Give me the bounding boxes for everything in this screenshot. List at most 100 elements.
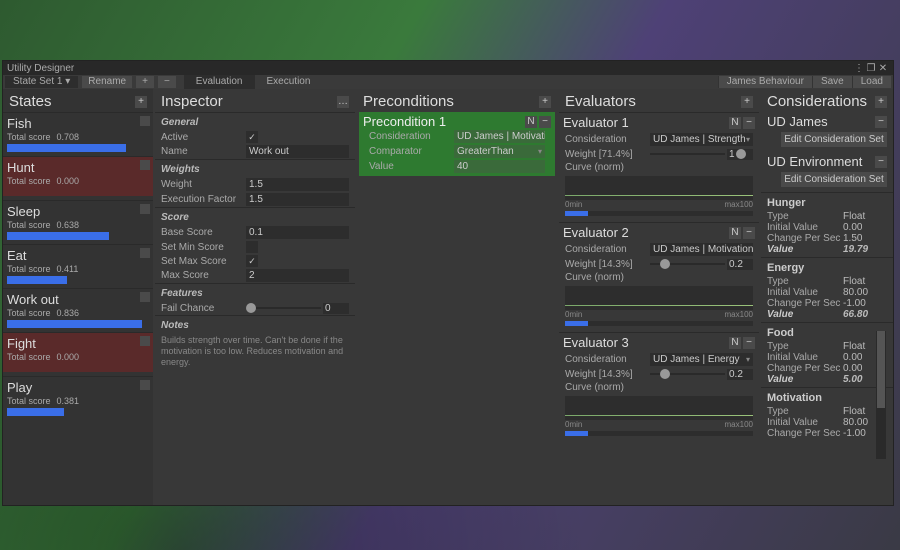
consideration-group-name: UD Environment	[767, 154, 862, 169]
prop-value: 80.00	[843, 287, 887, 298]
state-score-label: Total score	[7, 132, 51, 142]
eval-curve-preview[interactable]	[565, 286, 753, 310]
eval-curve-preview[interactable]	[565, 396, 753, 420]
state-score-bar	[7, 320, 142, 328]
evaluator-n-toggle[interactable]: N	[729, 227, 741, 239]
consideration-property-name: Motivation	[767, 390, 887, 406]
evaluator-n-toggle[interactable]: N	[729, 337, 741, 349]
state-options-button[interactable]	[140, 248, 150, 258]
eval-curve-preview[interactable]	[565, 176, 753, 200]
prop-label: Initial Value	[767, 287, 843, 298]
context-dropdown[interactable]: James Behaviour	[718, 76, 812, 88]
pre-comparator-dropdown[interactable]: GreaterThan	[454, 145, 545, 158]
precondition-n-toggle[interactable]: N	[525, 116, 537, 128]
state-options-button[interactable]	[140, 160, 150, 170]
window-kebab-icon[interactable]: ⋮	[853, 63, 865, 74]
state-score-value: 0.836	[57, 308, 80, 318]
active-checkbox[interactable]: ✓	[246, 131, 258, 143]
prop-value: 66.80	[843, 309, 887, 320]
exec-factor-label: Execution Factor	[161, 194, 246, 205]
remove-state-set-button[interactable]: −	[158, 76, 176, 88]
state-item-work-out[interactable]: Work outTotal score0.836	[3, 288, 153, 328]
state-item-fight[interactable]: FightTotal score0.000	[3, 332, 153, 372]
considerations-scrollbar[interactable]	[877, 331, 885, 408]
add-consideration-set-button[interactable]: +	[875, 96, 887, 108]
eval-consideration-label: Consideration	[565, 354, 650, 365]
fail-chance-value[interactable]: 0	[323, 303, 349, 314]
state-item-sleep[interactable]: SleepTotal score0.638	[3, 200, 153, 240]
remove-evaluator-button[interactable]: −	[743, 227, 755, 239]
eval-norm-bar	[565, 321, 753, 326]
add-state-set-button[interactable]: +	[136, 76, 154, 88]
consideration-property: MotivationTypeFloatInitial Value80.00Cha…	[761, 387, 893, 441]
remove-consideration-group-button[interactable]: −	[875, 156, 887, 168]
state-score-value: 0.411	[57, 264, 79, 274]
eval-weight-value[interactable]: 0.2	[727, 369, 753, 380]
prop-label: Initial Value	[767, 417, 843, 428]
save-button[interactable]: Save	[812, 76, 852, 88]
window-close-icon[interactable]: ✕	[877, 63, 889, 74]
main-tabs: Evaluation Execution	[184, 75, 323, 89]
states-panel: States + FishTotal score0.708HuntTotal s…	[3, 89, 153, 505]
tab-evaluation[interactable]: Evaluation	[184, 75, 255, 89]
evaluator-n-toggle[interactable]: N	[729, 117, 741, 129]
add-precondition-button[interactable]: +	[539, 96, 551, 108]
eval-weight-label: Weight [71.4%]	[565, 149, 650, 160]
add-evaluator-button[interactable]: +	[741, 96, 753, 108]
state-name: Fight	[7, 336, 149, 352]
pre-value-field[interactable]: 40	[454, 160, 545, 173]
base-score-field[interactable]: 0.1	[246, 226, 349, 239]
rename-button[interactable]: Rename	[82, 76, 132, 88]
precondition-item[interactable]: Precondition 1 N − Consideration UD Jame…	[359, 112, 555, 176]
load-button[interactable]: Load	[852, 76, 891, 88]
state-item-play[interactable]: PlayTotal score0.381	[3, 376, 153, 416]
edit-consideration-set-button[interactable]: Edit Consideration Set	[781, 172, 887, 187]
name-field[interactable]: Work out	[246, 145, 349, 158]
state-item-hunt[interactable]: HuntTotal score0.000	[3, 156, 153, 196]
curve-min-label: min	[569, 200, 582, 209]
inspector-more-button[interactable]: …	[337, 96, 349, 108]
eval-weight-value[interactable]: 0.2	[727, 259, 753, 270]
state-options-button[interactable]	[140, 204, 150, 214]
state-item-eat[interactable]: EatTotal score0.411	[3, 244, 153, 284]
eval-consideration-dropdown[interactable]: UD James | Energy	[650, 353, 753, 366]
pre-consideration-dropdown[interactable]: UD James | Motivation	[454, 130, 545, 143]
states-title: States	[9, 93, 52, 110]
state-options-button[interactable]	[140, 116, 150, 126]
state-options-button[interactable]	[140, 380, 150, 390]
state-score-value: 0.381	[57, 396, 80, 406]
remove-evaluator-button[interactable]: −	[743, 117, 755, 129]
add-state-button[interactable]: +	[135, 96, 147, 108]
notes-text[interactable]: Builds strength over time. Can't be done…	[155, 333, 355, 374]
considerations-title: Considerations	[767, 93, 867, 110]
eval-consideration-dropdown[interactable]: UD James | Motivation	[650, 243, 753, 256]
remove-consideration-group-button[interactable]: −	[875, 116, 887, 128]
set-min-checkbox[interactable]	[246, 241, 258, 253]
state-options-button[interactable]	[140, 292, 150, 302]
state-item-fish[interactable]: FishTotal score0.708	[3, 112, 153, 152]
evaluator-name: Evaluator 2	[563, 225, 629, 240]
state-score-label: Total score	[7, 396, 51, 406]
max-score-field[interactable]: 2	[246, 269, 349, 282]
state-set-dropdown[interactable]: State Set 1 ▾	[5, 76, 78, 88]
set-max-label: Set Max Score	[161, 256, 246, 267]
active-label: Active	[161, 132, 246, 143]
prop-value: Float	[843, 276, 887, 287]
eval-weight-slider[interactable]: 0.2	[650, 258, 753, 270]
set-max-checkbox[interactable]: ✓	[246, 255, 258, 267]
eval-weight-slider[interactable]: 1	[650, 148, 753, 160]
fail-chance-slider[interactable]: 0	[246, 302, 349, 314]
window-restore-icon[interactable]: ❐	[865, 63, 877, 74]
max-score-label: Max Score	[161, 270, 246, 281]
consideration-property: EnergyTypeFloatInitial Value80.00Change …	[761, 257, 893, 322]
weight-field[interactable]: 1.5	[246, 178, 349, 191]
eval-weight-slider[interactable]: 0.2	[650, 368, 753, 380]
tab-execution[interactable]: Execution	[255, 75, 323, 89]
state-options-button[interactable]	[140, 336, 150, 346]
exec-factor-field[interactable]: 1.5	[246, 193, 349, 206]
eval-consideration-dropdown[interactable]: UD James | Strength	[650, 133, 753, 146]
edit-consideration-set-button[interactable]: Edit Consideration Set	[781, 132, 887, 147]
remove-precondition-button[interactable]: −	[539, 116, 551, 128]
remove-evaluator-button[interactable]: −	[743, 337, 755, 349]
state-score-bar	[7, 232, 109, 240]
